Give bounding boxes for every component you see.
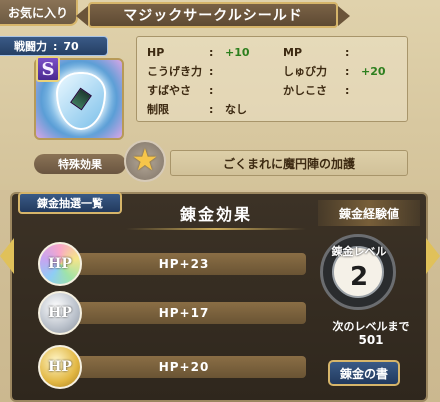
power-value: 70 (63, 39, 79, 53)
stat-row-wisdom: かしこさ : (283, 83, 361, 98)
power-label: 戦闘力 (14, 40, 47, 53)
stat-colon: : (209, 45, 214, 59)
stat-value: +10 (225, 45, 250, 59)
stat-label: しゅび力 (283, 65, 327, 78)
stat-value: なし (225, 103, 247, 116)
item-title: マジックサークルシールド (76, 2, 350, 28)
stat-label: かしこさ (283, 84, 327, 97)
alchemy-effect-2: HP+17 (62, 302, 306, 324)
star-icon: ★ (124, 140, 166, 182)
stat-label: 制限 (147, 103, 169, 116)
stat-value: +20 (361, 64, 386, 78)
stats-table: HP : +10 MP : こうげき力 : しゅび力 : +20 すばやさ : … (136, 36, 408, 122)
alchemy-effect-1: HP+23 (62, 253, 306, 275)
alchemy-level-value: 2 (349, 262, 369, 292)
alchemy-level-label: 錬金レベル (331, 245, 387, 258)
stat-row-defense: しゅび力 : +20 (283, 64, 386, 79)
stat-colon: : (209, 64, 214, 78)
favorite-tab[interactable]: お気に入り (0, 0, 78, 26)
stat-label: HP (147, 45, 165, 59)
divider (126, 228, 306, 230)
stat-colon: : (345, 45, 350, 59)
rank-badge: S (36, 56, 60, 82)
stat-label: こうげき力 (147, 65, 202, 78)
hp-orb-icon: HP (38, 345, 82, 389)
alchemy-effects-title: 錬金効果 (179, 205, 252, 224)
next-level-label: 次のレベルまで (332, 320, 410, 333)
power-colon: : (53, 39, 58, 53)
special-effect-text: ごくまれに魔円陣の加護 (170, 150, 408, 176)
stat-colon: : (209, 83, 214, 97)
stat-row-speed: すばやさ : (147, 83, 225, 98)
stat-colon: : (209, 102, 214, 116)
hp-orb-icon: HP (38, 291, 82, 335)
alchemy-exp-title: 錬金経験値 (318, 200, 420, 226)
stat-label: MP (283, 45, 303, 59)
stat-row-hp: HP : +10 (147, 45, 250, 59)
hp-orb-icon: HP (38, 242, 82, 286)
stat-row-attack: こうげき力 : (147, 64, 225, 79)
stat-row-mp: MP : (283, 45, 361, 59)
screen: お気に入り マジックサークルシールド 戦闘力 : 70 S HP : +10 M… (0, 0, 440, 402)
stat-row-restriction: 制限 : なし (147, 102, 247, 117)
power-badge: 戦闘力 : 70 (0, 36, 108, 56)
prev-arrow-icon[interactable] (0, 238, 14, 274)
special-effect-label: 特殊効果 (34, 154, 126, 174)
stat-label: すばやさ (147, 84, 191, 97)
next-arrow-icon[interactable] (426, 238, 440, 274)
alchemy-effect-3: HP+20 (62, 356, 306, 378)
alchemy-lottery-list-button[interactable]: 錬金抽選一覧 (18, 192, 122, 214)
stat-colon: : (345, 64, 350, 78)
alchemy-book-button[interactable]: 錬金の書 (328, 360, 400, 386)
next-level-value: 501 (358, 333, 384, 347)
stat-colon: : (345, 83, 350, 97)
